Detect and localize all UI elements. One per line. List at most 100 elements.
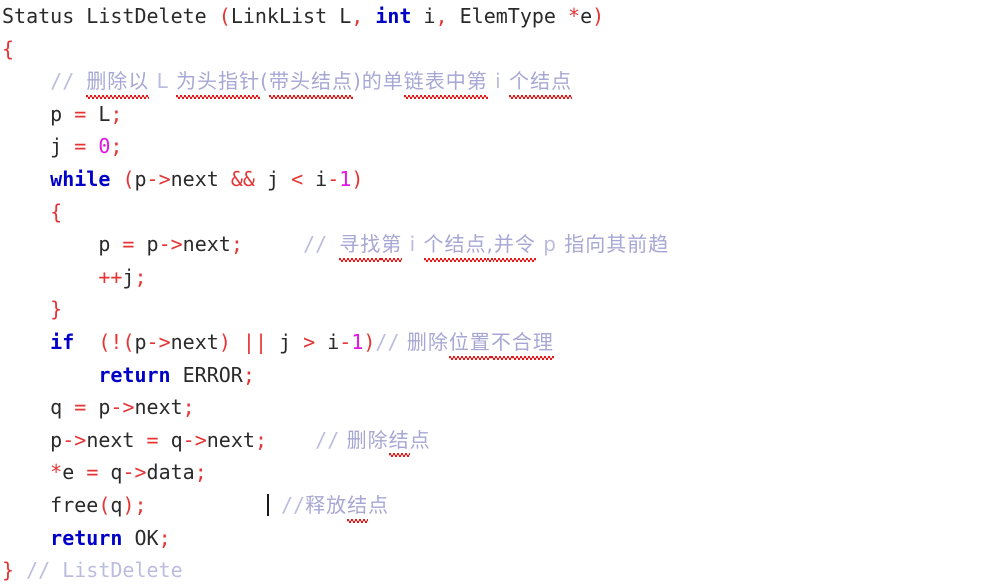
code-line-12: return ERROR;	[0, 359, 990, 392]
comment-cjk-segment: 个结点	[509, 65, 573, 99]
semicolon-token: ;	[158, 525, 171, 550]
param1-name-token: L	[339, 4, 352, 28]
member-token: next	[170, 329, 219, 354]
code-line-7: {	[0, 196, 990, 229]
open-paren-token: (	[122, 329, 135, 354]
variable-token: p	[134, 329, 147, 354]
variable-token: j	[122, 264, 135, 289]
comment-cjk-segment: 带头结点	[268, 65, 353, 99]
comment-cjk-segment: 位置	[448, 326, 491, 360]
code-line-13: q = p->next;	[0, 391, 990, 424]
variable-token: p	[134, 166, 147, 191]
code-line-5: j = 0;	[0, 130, 990, 163]
open-brace-token: {	[50, 199, 63, 224]
comment-segment: 指向其前趋	[564, 232, 670, 257]
close-brace-token: }	[50, 297, 63, 322]
comment-segment: i	[402, 232, 424, 257]
code-line-16: free(q); //释放结点	[0, 489, 990, 523]
param1-type-token: LinkList	[230, 4, 328, 28]
member-token: next	[170, 166, 219, 191]
close-brace-token: }	[2, 558, 15, 583]
arrow-operator: ->	[110, 395, 135, 420]
keyword-return-token: return	[98, 362, 171, 387]
close-paren-token: )	[122, 492, 135, 517]
star-token: *	[568, 4, 581, 28]
assign-operator: =	[74, 134, 87, 159]
comment-segment: (	[260, 69, 269, 94]
logical-or-operator: ||	[242, 329, 267, 354]
variable-token: q	[110, 492, 123, 517]
semicolon-token: ;	[242, 362, 255, 387]
semicolon-token: ;	[134, 492, 147, 517]
minus-operator: -	[327, 166, 340, 191]
trailing-comment: // ListDelete	[26, 558, 183, 583]
comment-segment: )的单	[352, 69, 404, 94]
constant-token: ERROR	[182, 362, 243, 387]
code-line-11: if (!(p->next) || j > i-1)// 删除位置不合理	[0, 326, 990, 360]
close-paren-token: )	[592, 4, 605, 28]
assign-operator: =	[122, 232, 135, 257]
close-paren-token: )	[351, 166, 364, 191]
comment-segment: L	[149, 69, 177, 94]
comment-segment: 点	[368, 492, 390, 517]
comment-cjk-segment: 不	[490, 326, 512, 360]
member-token: next	[86, 427, 135, 452]
member-token: next	[134, 395, 183, 420]
member-token: next	[206, 427, 255, 452]
variable-token: p	[50, 101, 63, 126]
variable-token: q	[170, 427, 183, 452]
variable-token: p	[98, 395, 111, 420]
semicolon-token: ;	[134, 264, 147, 289]
comma-token: ,	[351, 4, 364, 28]
comment-cjk-segment: 并令	[493, 228, 536, 262]
code-line-10: }	[0, 293, 990, 326]
variable-token: e	[62, 460, 75, 485]
comment-segment: 点	[409, 427, 431, 452]
code-line-17: return OK;	[0, 522, 990, 555]
code-line-14: p->next = q->next; // 删除结点	[0, 424, 990, 457]
comment-segment: 释放	[305, 492, 348, 517]
greater-than-operator: >	[303, 329, 316, 354]
variable-token: p	[98, 232, 111, 257]
variable-token: p	[146, 232, 159, 257]
code-editor-pane[interactable]: Status ListDelete (LinkList L, int i, El…	[0, 0, 990, 582]
open-paren-token: (	[122, 166, 135, 191]
variable-token: q	[110, 460, 123, 485]
open-paren-token: (	[98, 492, 111, 517]
variable-token: i	[315, 166, 328, 191]
keyword-while-token: while	[50, 166, 111, 191]
comment-segment: 删除	[339, 427, 389, 452]
function-name-token: ListDelete	[86, 4, 207, 28]
comment-segment: i	[487, 69, 510, 94]
code-line-2: {	[0, 33, 990, 66]
member-token: data	[146, 460, 195, 485]
